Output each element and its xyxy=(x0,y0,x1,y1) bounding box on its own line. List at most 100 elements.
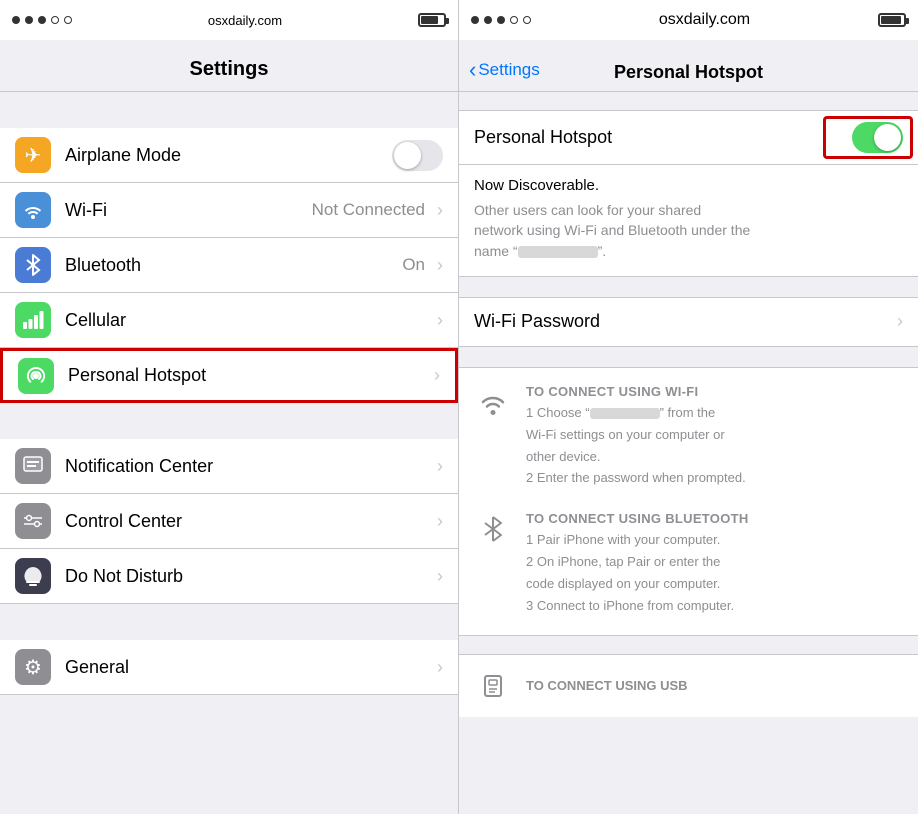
right-battery xyxy=(878,13,906,27)
usb-instruction-row: TO CONNECT USING USB xyxy=(459,654,918,717)
wifi-step1: 1 Choose “” from the xyxy=(526,404,903,423)
airplane-icon: ✈ xyxy=(15,137,51,173)
wifi-row[interactable]: Wi-Fi Not Connected › xyxy=(0,183,458,238)
bluetooth-label: Bluetooth xyxy=(65,255,402,276)
control-center-icon xyxy=(15,503,51,539)
right-signal-dots xyxy=(471,16,531,24)
dot3 xyxy=(38,16,46,24)
dnd-icon xyxy=(15,558,51,594)
airplane-toggle[interactable] xyxy=(392,140,443,171)
left-status-bar: osxdaily.com xyxy=(0,0,458,40)
general-row[interactable]: ⚙ General › xyxy=(0,640,458,695)
signal-dots xyxy=(12,16,72,24)
discoverable-desc: Other users can look for your shared net… xyxy=(474,200,903,261)
general-chevron: › xyxy=(437,657,443,678)
discoverable-section: Now Discoverable. Other users can look f… xyxy=(459,165,918,277)
disc-line2: network using Wi-Fi and Bluetooth under … xyxy=(474,222,750,238)
left-panel: osxdaily.com Settings ✈ Airplane Mode xyxy=(0,0,459,814)
bt-instruction-block: TO CONNECT USING BLUETOOTH 1 Pair iPhone… xyxy=(474,511,903,618)
dot2 xyxy=(25,16,33,24)
wifi-instr-text: TO CONNECT USING WI-FI 1 Choose “” from … xyxy=(526,384,903,491)
wifi-label: Wi-Fi xyxy=(65,200,312,221)
wifi-value: Not Connected xyxy=(312,200,425,220)
wifi-instr-title: TO CONNECT USING WI-FI xyxy=(526,384,903,399)
disc-line1: Other users can look for your shared xyxy=(474,202,701,218)
dot5 xyxy=(64,16,72,24)
right-status-bar: osxdaily.com xyxy=(459,0,918,40)
bt-step3: 3 Connect to iPhone from computer. xyxy=(526,597,903,616)
wifi-step1d: other device. xyxy=(526,448,903,467)
bluetooth-value: On xyxy=(402,255,425,275)
right-url: osxdaily.com xyxy=(659,11,750,29)
wifi-network-name xyxy=(590,408,660,419)
airplane-label: Airplane Mode xyxy=(65,145,392,166)
hotspot-toggle-row[interactable]: Personal Hotspot xyxy=(459,110,918,165)
right-nav-bar: ‹ Settings Personal Hotspot xyxy=(459,40,918,92)
battery-icon xyxy=(418,13,446,27)
instructions-section: TO CONNECT USING WI-FI 1 Choose “” from … xyxy=(459,367,918,636)
bt-step2b: code displayed on your computer. xyxy=(526,575,903,594)
battery-fill xyxy=(421,16,438,24)
right-hotspot-label: Personal Hotspot xyxy=(474,127,852,148)
usb-icon xyxy=(474,667,512,705)
dot1 xyxy=(12,16,20,24)
wifi-instr-icon xyxy=(474,384,512,422)
bt-step1: 1 Pair iPhone with your computer. xyxy=(526,531,903,550)
bt-instr-title: TO CONNECT USING BLUETOOTH xyxy=(526,511,903,526)
dot4 xyxy=(51,16,59,24)
network-name-placeholder xyxy=(518,246,598,258)
hotspot-toggle-knob xyxy=(874,124,901,151)
notification-chevron: › xyxy=(437,456,443,477)
disc-line3a: name “ xyxy=(474,243,518,259)
bt-instr-text: TO CONNECT USING BLUETOOTH 1 Pair iPhone… xyxy=(526,511,903,618)
bluetooth-icon xyxy=(15,247,51,283)
dnd-row[interactable]: Do Not Disturb › xyxy=(0,549,458,604)
right-section-gap xyxy=(459,277,918,297)
cellular-chevron: › xyxy=(437,310,443,331)
section-gap-1 xyxy=(0,92,458,128)
bluetooth-row[interactable]: Bluetooth On › xyxy=(0,238,458,293)
personal-hotspot-row[interactable]: Personal Hotspot › xyxy=(0,348,458,403)
hotspot-toggle[interactable] xyxy=(852,122,903,153)
bluetooth-chevron: › xyxy=(437,255,443,276)
toggle-knob xyxy=(394,142,421,169)
hotspot-label: Personal Hotspot xyxy=(68,365,430,386)
top-gap xyxy=(459,92,918,110)
wifi-chevron: › xyxy=(437,200,443,221)
bt-step2: 2 On iPhone, tap Pair or enter the xyxy=(526,553,903,572)
section-gap-2 xyxy=(0,403,458,439)
wifi-step1c: Wi-Fi settings on your computer or xyxy=(526,426,903,445)
wifi-password-label: Wi-Fi Password xyxy=(474,311,893,332)
general-icon: ⚙ xyxy=(15,649,51,685)
right-content: Personal Hotspot Now Discoverable. Other… xyxy=(459,92,918,814)
general-label: General xyxy=(65,657,433,678)
left-page-title: Settings xyxy=(0,40,458,92)
wifi-step2: 2 Enter the password when prompted. xyxy=(526,469,903,488)
wifi-icon xyxy=(15,192,51,228)
hotspot-chevron: › xyxy=(434,365,440,386)
hotspot-icon xyxy=(18,358,54,394)
notification-row[interactable]: Notification Center › xyxy=(0,439,458,494)
control-center-row[interactable]: Control Center › xyxy=(0,494,458,549)
wifi-password-chevron: › xyxy=(897,311,903,332)
notification-icon xyxy=(15,448,51,484)
back-button[interactable]: ‹ Settings xyxy=(469,57,540,83)
bt-instr-icon xyxy=(474,511,512,549)
usb-label: TO CONNECT USING USB xyxy=(526,678,688,693)
notification-label: Notification Center xyxy=(65,456,433,477)
cellular-icon xyxy=(15,302,51,338)
dnd-chevron: › xyxy=(437,566,443,587)
wifi-password-row[interactable]: Wi-Fi Password › xyxy=(459,297,918,347)
disc-line3b: ”. xyxy=(598,243,607,259)
cellular-row[interactable]: Cellular › xyxy=(0,293,458,348)
right-section-gap2 xyxy=(459,347,918,367)
wifi-instruction-block: TO CONNECT USING WI-FI 1 Choose “” from … xyxy=(474,384,903,491)
back-chevron-icon: ‹ xyxy=(469,57,476,83)
dnd-label: Do Not Disturb xyxy=(65,566,433,587)
back-label: Settings xyxy=(478,60,539,80)
airplane-mode-row[interactable]: ✈ Airplane Mode xyxy=(0,128,458,183)
right-page-title: Personal Hotspot xyxy=(614,62,763,83)
settings-list: ✈ Airplane Mode Wi-Fi Not Connected › xyxy=(0,92,458,814)
discoverable-title: Now Discoverable. xyxy=(474,177,903,194)
control-center-chevron: › xyxy=(437,511,443,532)
